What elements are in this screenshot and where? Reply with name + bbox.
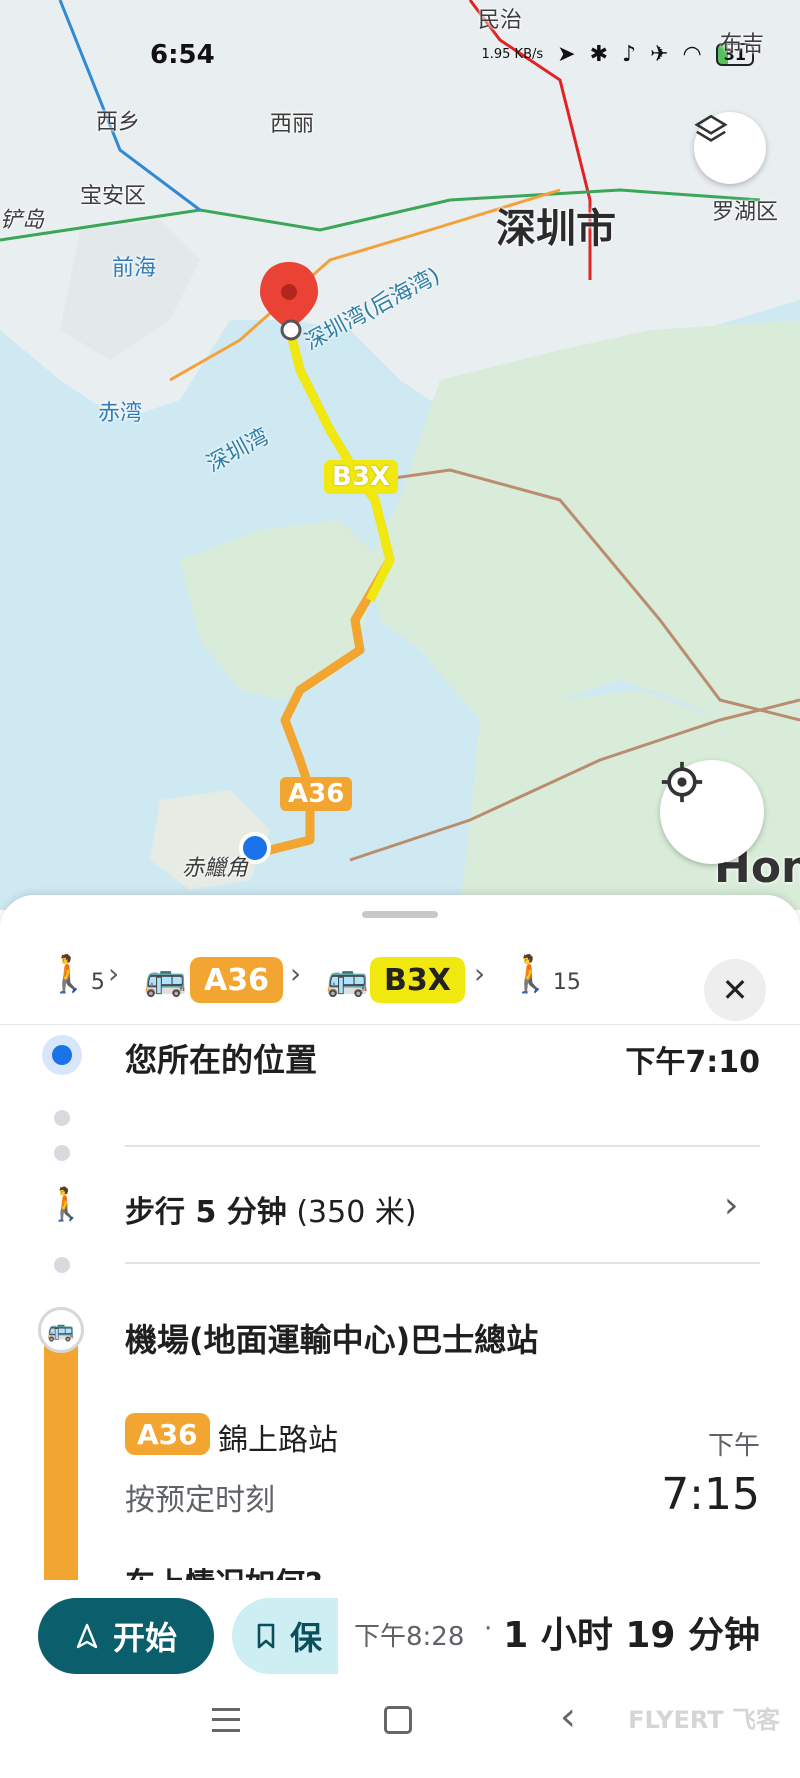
- system-nav-bar: ‹ FLYERT 飞客: [0, 1680, 800, 1778]
- walk-start-minutes: 5: [90, 970, 105, 995]
- walk-step-distance: (350 米): [296, 1195, 417, 1230]
- save-label: 保: [290, 1619, 323, 1657]
- bus-icon: 🚌: [326, 959, 369, 999]
- timeline-dot: [54, 1110, 70, 1126]
- bookmark-icon: [257, 1623, 275, 1649]
- walk-step-row[interactable]: 步行 5 分钟 (350 米): [125, 1187, 417, 1231]
- origin-title[interactable]: 您所在的位置: [125, 1035, 317, 1081]
- divider: [125, 1145, 760, 1147]
- arrival-time: 下午8:28: [354, 1622, 465, 1652]
- chevron-right-icon: ›: [108, 957, 120, 990]
- station-schedule: 按预定时刻: [125, 1483, 275, 1518]
- walk-icon: 🚶: [508, 954, 553, 995]
- trip-duration: 1 小时 19 分钟: [503, 1615, 760, 1656]
- my-location-button[interactable]: [660, 760, 764, 864]
- vibrate-icon: ♪: [622, 42, 637, 67]
- step-bus-b3x: B3X: [370, 957, 465, 1003]
- bottom-action-bar: 开始 保 下午8:28 · 1 小时 19 分钟: [0, 1580, 800, 1680]
- map-view[interactable]: 6:54 1.95 KB/s ➤ ✱ ♪ ✈ ◠ 31 民治 布吉 西乡 西丽 …: [0, 0, 800, 910]
- walk-end-minutes: 15: [552, 970, 581, 995]
- map-label-chiwan: 赤湾: [98, 401, 143, 426]
- station-stop-name[interactable]: 錦上路站: [218, 1415, 338, 1459]
- bluetooth-icon: ✱: [589, 42, 609, 67]
- step-bus-a36: A36: [190, 957, 283, 1003]
- walk-step-label: 步行 5 分钟: [125, 1195, 287, 1230]
- departure-time: 7:15: [661, 1469, 760, 1520]
- route-badge-b3x[interactable]: B3X: [324, 460, 398, 494]
- navigation-arrow-icon: [76, 1623, 98, 1649]
- map-label-chek-lap-kok: 赤鱲角: [182, 856, 249, 881]
- crosshair-icon: [661, 761, 703, 803]
- status-icons: 1.95 KB/s ➤ ✱ ♪ ✈ ◠ 31: [481, 42, 754, 67]
- home-icon[interactable]: [384, 1706, 412, 1734]
- layers-icon: [694, 114, 728, 142]
- map-label-luohu: 罗湖区: [712, 200, 779, 225]
- route-steps-summary[interactable]: 🚶 5 › 🚌 A36 › 🚌 B3X › 🚶 15 ✕: [0, 935, 800, 1025]
- menu-icon[interactable]: [212, 1708, 240, 1732]
- separator-dot: ·: [484, 1614, 493, 1644]
- map-label-minzhi: 民治: [478, 8, 523, 33]
- chevron-right-icon: ›: [290, 957, 302, 990]
- route-badge-a36[interactable]: A36: [280, 777, 353, 811]
- step-walk-end: 🚶 15: [508, 953, 581, 995]
- save-button[interactable]: 保: [232, 1598, 338, 1674]
- close-icon: ✕: [721, 971, 749, 1009]
- chevron-right-icon: ›: [474, 957, 486, 990]
- start-button[interactable]: 开始: [38, 1598, 214, 1674]
- layers-button[interactable]: [694, 112, 766, 184]
- bus-icon: 🚌: [38, 1307, 84, 1353]
- origin-marker-icon: [42, 1035, 82, 1075]
- wifi-icon: ◠: [682, 42, 702, 67]
- walk-icon: 🚶: [46, 1185, 86, 1223]
- timeline-dot: [54, 1257, 70, 1273]
- status-time: 6:54: [150, 40, 215, 70]
- airplane-icon: ✈: [650, 42, 669, 67]
- crowding-question[interactable]: 车上情况如何?: [125, 1555, 725, 1583]
- map-label-shenzhen: 深圳市: [496, 206, 616, 252]
- bus-icon: 🚌: [144, 959, 187, 999]
- departure-period: 下午: [707, 1431, 760, 1461]
- map-label-buji: 布吉: [720, 32, 765, 57]
- map-label-baoan: 宝安区: [80, 184, 147, 209]
- back-icon[interactable]: ‹: [560, 1694, 576, 1740]
- timeline-dot: [54, 1145, 70, 1161]
- origin-time: 下午7:10: [625, 1045, 760, 1080]
- station-route-badge: A36: [125, 1413, 210, 1455]
- chevron-right-icon[interactable]: ›: [724, 1185, 738, 1226]
- watermark-logo: FLYERT 飞客: [628, 1706, 780, 1734]
- start-label: 开始: [112, 1619, 177, 1657]
- map-label-chanchu: 铲岛: [0, 208, 45, 233]
- close-button[interactable]: ✕: [704, 959, 766, 1021]
- location-icon: ➤: [557, 42, 576, 67]
- map-label-xixiang: 西乡: [96, 110, 141, 135]
- status-bar: 6:54 1.95 KB/s ➤ ✱ ♪ ✈ ◠ 31: [0, 36, 800, 76]
- map-label-xili: 西丽: [270, 112, 315, 137]
- net-speed: 1.95 KB/s: [481, 47, 544, 62]
- step-walk-start: 🚶 5: [46, 953, 105, 995]
- divider: [125, 1262, 760, 1264]
- walk-icon: 🚶: [46, 954, 91, 995]
- station-title[interactable]: 機場(地面運輸中心)巴士總站: [125, 1315, 538, 1361]
- sheet-drag-handle[interactable]: [362, 911, 438, 918]
- map-label-qianhai: 前海: [112, 256, 157, 281]
